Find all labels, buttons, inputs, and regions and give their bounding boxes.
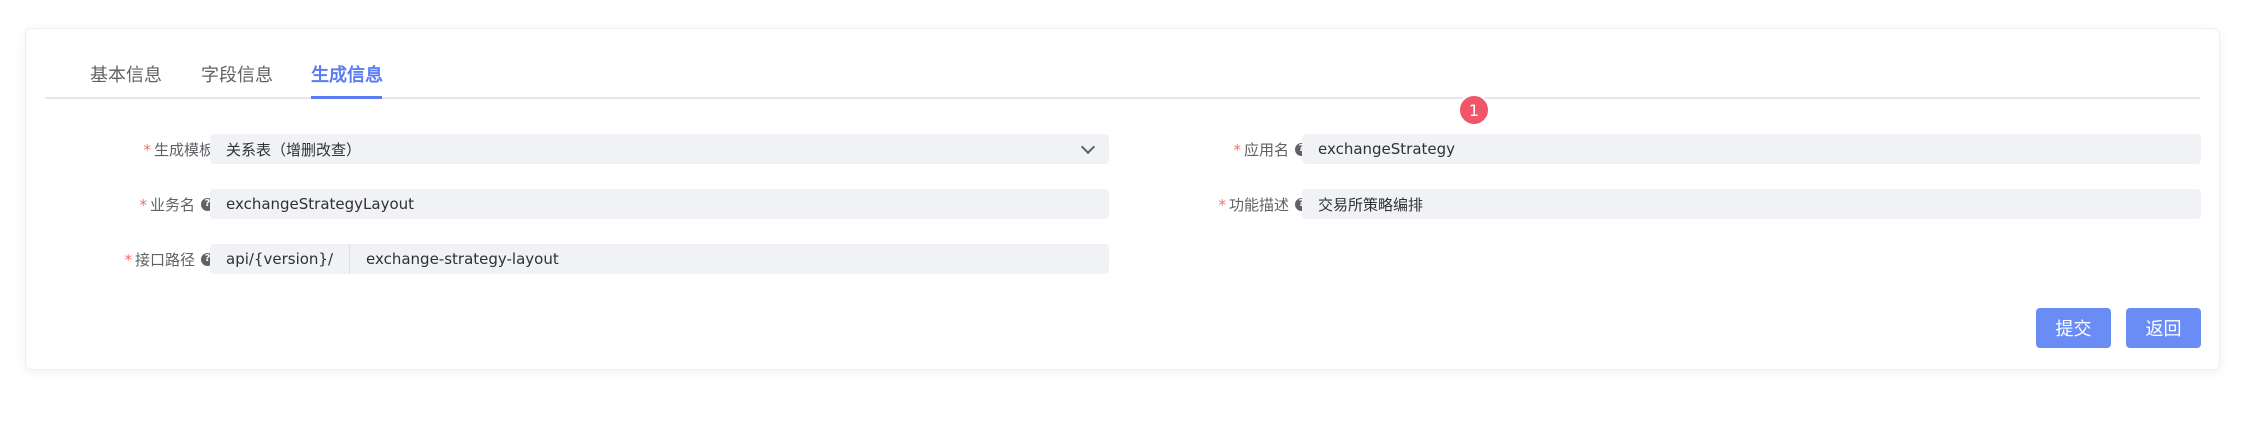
notification-badge: 1	[1458, 94, 1490, 126]
active-tab-indicator	[311, 96, 382, 99]
function-desc-input[interactable]: 交易所策略编排	[1302, 189, 2201, 219]
template-label: * 生成模板	[46, 134, 214, 164]
tab-bar: 基本信息 字段信息 生成信息	[45, 29, 2200, 99]
required-mark: *	[124, 250, 132, 269]
tab-generate-info[interactable]: 生成信息	[311, 61, 383, 87]
api-path-prefix: api/{version}/	[226, 244, 351, 274]
business-name-value: exchangeStrategyLayout	[226, 195, 415, 213]
submit-button[interactable]: 提交	[2036, 308, 2111, 348]
template-select[interactable]: 关系表（增删改查）	[210, 134, 1109, 164]
api-path-label-text: 接口路径	[134, 250, 195, 269]
function-desc-label: *功能描述 ?	[1126, 189, 1308, 219]
function-desc-label-text: 功能描述	[1228, 195, 1289, 214]
app-name-label: *应用名 ?	[1126, 134, 1308, 164]
api-path-input[interactable]: api/{version}/ exchange-strategy-layout	[210, 244, 1109, 274]
required-mark: *	[1233, 140, 1241, 159]
business-name-label: * 业务名 ?	[46, 189, 214, 219]
chevron-down-icon	[1080, 139, 1096, 155]
back-button[interactable]: 返回	[2126, 308, 2201, 348]
app-name-label-text: 应用名	[1243, 140, 1289, 159]
function-desc-value: 交易所策略编排	[1318, 195, 1424, 214]
app-name-value: exchangeStrategy	[1318, 140, 1456, 158]
business-name-label-text: 业务名	[149, 195, 195, 214]
template-select-value: 关系表（增删改查）	[226, 140, 362, 159]
tab-basic-info[interactable]: 基本信息	[90, 61, 162, 87]
template-label-text: 生成模板	[153, 140, 214, 159]
required-mark: *	[1218, 195, 1226, 214]
app-name-input[interactable]: exchangeStrategy	[1302, 134, 2201, 164]
required-mark: *	[143, 140, 151, 159]
api-path-value: exchange-strategy-layout	[366, 250, 559, 268]
tab-field-info[interactable]: 字段信息	[201, 61, 273, 87]
generate-info-card: 基本信息 字段信息 生成信息 *生成模板 关系表（增删改查） *应用名 ? ex…	[25, 28, 2220, 370]
required-mark: *	[139, 195, 147, 214]
api-path-label: * 接口路径 ?	[46, 244, 214, 274]
business-name-input[interactable]: exchangeStrategyLayout	[210, 189, 1109, 219]
